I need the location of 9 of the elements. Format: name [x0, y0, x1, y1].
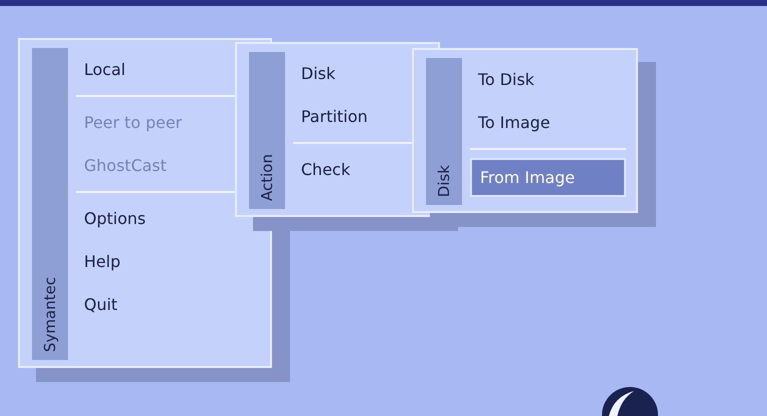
menu-title: Disk [435, 164, 453, 197]
menu-item[interactable]: To Image [470, 101, 626, 144]
menu-item[interactable]: Help [76, 240, 260, 283]
menu-title: Symantec [41, 276, 59, 352]
menu-item[interactable]: Quit [76, 283, 260, 326]
menu-item[interactable]: To Disk [470, 58, 626, 101]
globe-logo-icon [600, 385, 660, 416]
menu-item[interactable]: From Image [470, 158, 626, 197]
menu-title: Action [258, 154, 276, 201]
